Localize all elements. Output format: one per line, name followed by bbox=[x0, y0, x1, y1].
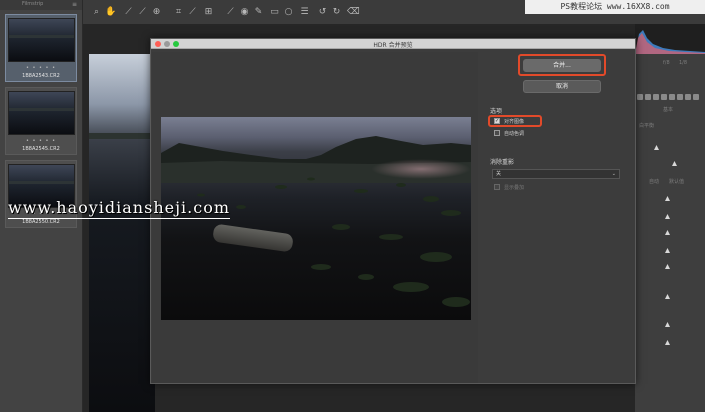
radial-filter-icon[interactable]: ○ bbox=[283, 7, 294, 18]
basic-panel-label: 基本 bbox=[663, 107, 674, 113]
thumbnail-image bbox=[8, 91, 75, 135]
rotate-right-icon[interactable]: ↻ bbox=[331, 7, 342, 18]
red-eye-icon[interactable]: ◉ bbox=[239, 7, 250, 18]
targeted-adjust-icon[interactable]: ⊕ bbox=[151, 7, 162, 18]
slider-knob[interactable] bbox=[665, 196, 670, 201]
show-overlay-label: 显示叠加 bbox=[504, 185, 525, 191]
color-sampler-icon[interactable]: ⟋ bbox=[137, 7, 148, 18]
slider-knob[interactable] bbox=[665, 294, 670, 299]
hand-icon[interactable]: ✋ bbox=[105, 7, 116, 18]
slider-knob[interactable] bbox=[665, 248, 670, 253]
cancel-button[interactable]: 取消 bbox=[523, 80, 601, 93]
white-balance-label: 白平衡 bbox=[639, 123, 655, 129]
preferences-icon[interactable]: ☰ bbox=[299, 7, 310, 18]
default-link[interactable]: 默认值 bbox=[669, 178, 684, 185]
rating-stars[interactable]: • • • • • bbox=[6, 138, 76, 144]
histogram bbox=[635, 24, 705, 54]
thumbnail-image bbox=[8, 18, 75, 62]
dialog-controls: 合并... 取消 选项 ✓ 对齐图像 自动色调 消除重影 关 ⌄ 显示叠加 bbox=[481, 52, 635, 383]
white-balance-icon[interactable]: ⟋ bbox=[123, 7, 134, 18]
slider-knob[interactable] bbox=[654, 145, 659, 150]
deghost-select[interactable]: 关 ⌄ bbox=[492, 169, 620, 179]
thumbnail-filename: 1B8A2545.CR2 bbox=[22, 146, 60, 152]
adjustments-panel: f/8 1/8 基本 白平衡 自动 默认值 bbox=[635, 24, 705, 412]
graduated-filter-icon[interactable]: ▭ bbox=[269, 7, 280, 18]
thumbnail-filename: 1B8A2550.CR2 bbox=[22, 219, 60, 225]
aperture-readout: f/8 bbox=[663, 60, 670, 66]
deghost-label: 消除重影 bbox=[490, 159, 515, 166]
rotate-left-icon[interactable]: ↺ bbox=[317, 7, 328, 18]
auto-tone-label: 自动色调 bbox=[504, 131, 525, 137]
chevron-down-icon: ⌄ bbox=[611, 171, 616, 177]
background-photo bbox=[89, 54, 155, 412]
align-images-checkbox[interactable]: ✓ bbox=[494, 118, 500, 124]
options-label: 选项 bbox=[490, 108, 503, 115]
filmstrip-thumbnail[interactable]: • • • • • 1B8A2545.CR2 bbox=[5, 87, 77, 155]
spot-removal-icon[interactable]: ⟋ bbox=[225, 7, 236, 18]
dialog-titlebar[interactable]: HDR 合并预览 bbox=[151, 39, 635, 49]
shutter-readout: 1/8 bbox=[679, 60, 688, 66]
zoom-icon[interactable]: ⌕ bbox=[91, 7, 102, 18]
rating-stars[interactable]: • • • • • bbox=[6, 65, 76, 71]
trash-icon[interactable]: ⌫ bbox=[347, 7, 360, 18]
slider-knob[interactable] bbox=[672, 161, 677, 166]
filmstrip-thumbnail[interactable]: • • • • • 1B8A2543.CR2 bbox=[5, 14, 77, 82]
filmstrip-menu-icon[interactable]: ≡ bbox=[72, 1, 77, 8]
thumbnail-filename: 1B8A2543.CR2 bbox=[22, 73, 60, 79]
deghost-value: 关 bbox=[496, 171, 502, 177]
filmstrip-header: Filmstrip ≡ bbox=[0, 0, 82, 10]
straighten-icon[interactable]: ⟋ bbox=[187, 7, 198, 18]
slider-knob[interactable] bbox=[665, 340, 670, 345]
corner-watermark: PS教程论坛 www.16XX8.com bbox=[525, 0, 705, 14]
show-overlay-checkbox[interactable] bbox=[494, 184, 500, 190]
align-images-label: 对齐图像 bbox=[504, 119, 525, 125]
site-watermark: www.haoyidiansheji.com bbox=[8, 198, 231, 219]
merge-button[interactable]: 合并... bbox=[523, 59, 601, 72]
slider-knob[interactable] bbox=[665, 322, 670, 327]
adjustment-brush-icon[interactable]: ✎ bbox=[253, 7, 264, 18]
slider-knob[interactable] bbox=[665, 264, 670, 269]
auto-tone-checkbox[interactable] bbox=[494, 130, 500, 136]
slider-knob[interactable] bbox=[665, 214, 670, 219]
transform-icon[interactable]: ⊞ bbox=[203, 7, 214, 18]
filmstrip-title: Filmstrip bbox=[22, 1, 44, 7]
dialog-title: HDR 合并预览 bbox=[373, 42, 413, 49]
slider-knob[interactable] bbox=[665, 230, 670, 235]
panel-tabs[interactable] bbox=[637, 94, 703, 102]
crop-icon[interactable]: ⌗ bbox=[173, 7, 184, 18]
auto-link[interactable]: 自动 bbox=[649, 178, 659, 185]
